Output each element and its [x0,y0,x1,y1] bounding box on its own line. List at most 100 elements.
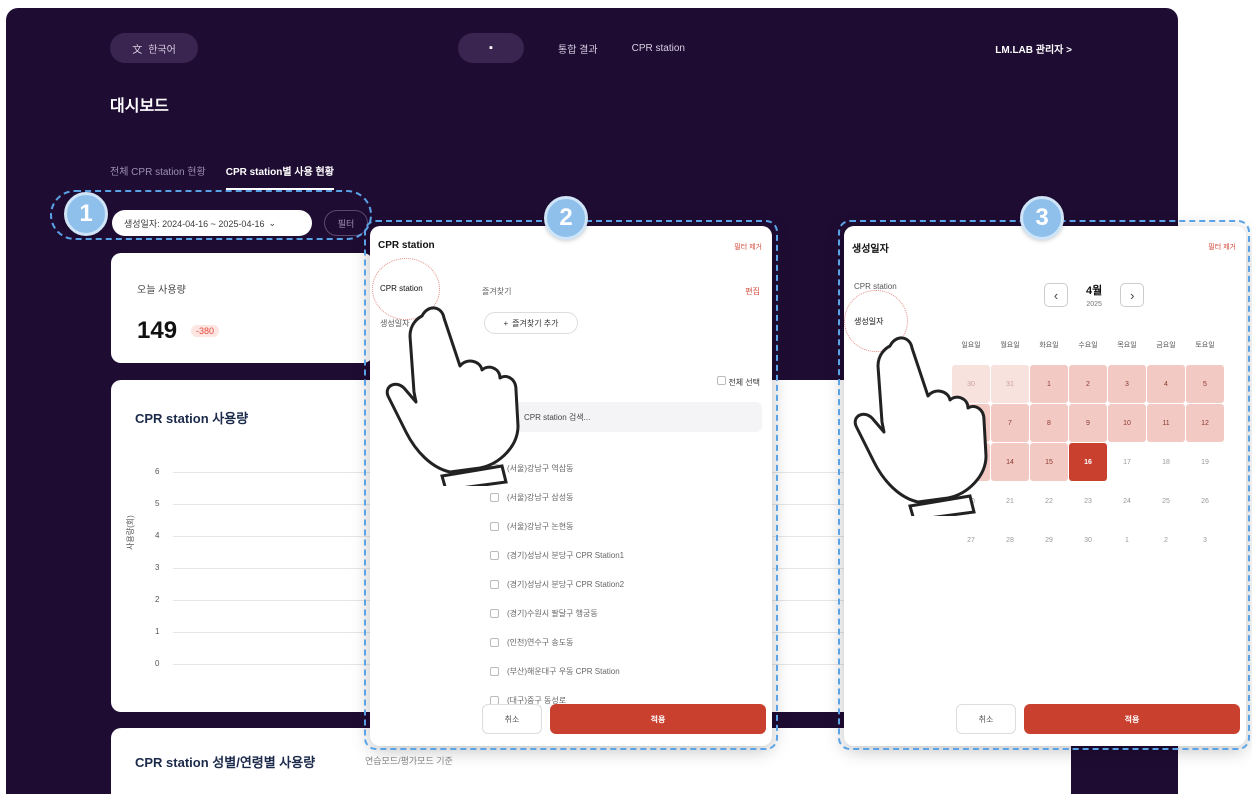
calendar-day[interactable]: 28 [991,521,1029,559]
y-tick-label: 0 [155,659,160,668]
calendar-day[interactable]: 17 [1108,443,1146,481]
pointing-hand-icon [853,336,988,516]
calendar-year-label: 2025 [1086,301,1102,308]
admin-menu[interactable]: LM.LAB 관리자 > [995,41,1072,56]
tab-station-usage[interactable]: CPR station별 사용 현황 [225,163,334,190]
nav-link-results[interactable]: 통합 결과 [558,41,598,56]
calendar-day[interactable]: 3 [1186,521,1224,559]
home-icon: ▪ [489,42,493,54]
station-list-item[interactable]: (경기)성남시 분당구 CPR Station1 [490,541,760,570]
checkbox-icon [490,638,499,647]
station-panel-reset[interactable]: 필터 제거 [734,242,762,252]
screenshot-stage: 文 한국어 ▪ 통합 결과 CPR station LM.LAB 관리자 > 대… [0,0,1252,794]
calendar-day[interactable]: 10 [1108,404,1146,442]
date-filter-label: 생성일자: 2024-04-16 ~ 2025-04-16 [124,218,265,229]
date-cancel-button[interactable]: 취소 [956,704,1016,734]
checkbox-icon [717,376,727,385]
calendar-day[interactable]: 30 [1069,521,1107,559]
calendar-day[interactable]: 23 [1069,482,1107,520]
weekday-header: 목요일 [1117,342,1137,349]
calendar-day[interactable]: 18 [1147,443,1185,481]
station-list-item[interactable]: (인천)연수구 송도동 [490,628,760,657]
station-list-item[interactable]: (경기)성남시 분당구 CPR Station2 [490,570,760,599]
calendar-day[interactable]: 1 [1108,521,1146,559]
calendar-day[interactable]: 26 [1186,482,1224,520]
station-list-item[interactable]: (서울)강남구 삼성동 [490,483,760,512]
select-all-label: 전체 선택 [728,378,760,387]
station-apply-button[interactable]: 적용 [550,704,766,734]
page-title: 대시보드 [110,98,169,115]
calendar-day[interactable]: 19 [1186,443,1224,481]
calendar-day[interactable]: 1 [1030,365,1068,403]
weekday-header: 수요일 [1078,342,1098,349]
favorites-edit-link[interactable]: 편집 [745,286,760,297]
calendar-day[interactable]: 2 [1147,521,1185,559]
tab-all-stations[interactable]: 전체 CPR station 현황 [110,163,206,190]
next-month-button[interactable]: › [1120,283,1145,307]
date-apply-button[interactable]: 적용 [1024,704,1240,734]
calendar-day[interactable]: 5 [1186,365,1224,403]
calendar-day[interactable]: 2 [1069,365,1107,403]
calendar-day-selected[interactable]: 16 [1069,443,1107,481]
calendar-day[interactable]: 4 [1147,365,1185,403]
station-list-item[interactable]: (서울)강남구 논현동 [490,512,760,541]
today-usage-delta: -380 [191,325,220,337]
language-button[interactable]: 文 한국어 [110,33,198,63]
checkbox-icon [490,551,499,560]
station-cancel-button[interactable]: 취소 [482,704,542,734]
filter-chip[interactable]: 필터 [324,210,368,236]
station-name: (경기)수원시 팔달구 행궁동 [507,609,598,618]
station-name: (경기)성남시 분당구 CPR Station1 [507,551,625,560]
station-name: (서울)강남구 논현동 [507,522,574,531]
calendar-day[interactable]: 12 [1186,404,1224,442]
station-name: (경기)성남시 분당구 CPR Station2 [507,580,625,589]
language-label: 한국어 [148,44,176,56]
chevron-left-icon: ‹ [1053,287,1059,303]
chart-title: CPR station 사용량 [135,411,249,426]
nav-link-cpr-station[interactable]: CPR station [632,43,685,54]
calendar-day[interactable]: 11 [1147,404,1185,442]
date-filter-chip[interactable]: 생성일자: 2024-04-16 ~ 2025-04-16 ⌄ [112,210,312,236]
nav-home[interactable]: ▪ [458,33,524,63]
pointing-hand-icon [385,306,520,486]
calendar-day[interactable]: 8 [1030,404,1068,442]
calendar-nav: ‹ 4월 2025 › [1044,282,1145,308]
gender-age-subtitle: 연습모드/평가모드 기준 [365,756,453,766]
calendar-day[interactable]: 27 [952,521,990,559]
weekday-header: 토요일 [1195,342,1215,349]
calendar-day[interactable]: 3 [1108,365,1146,403]
checkbox-icon [490,609,499,618]
calendar-day[interactable]: 25 [1147,482,1185,520]
calendar-day[interactable]: 22 [1030,482,1068,520]
today-usage-label: 오늘 사용량 [137,285,186,296]
station-name: (인천)연수구 송도동 [507,638,574,647]
step-badge-2: 2 [544,196,588,240]
step-badge-3: 3 [1020,196,1064,240]
calendar-month: 4월 2025 [1086,282,1102,308]
weekday-header: 화요일 [1039,342,1059,349]
select-all-checkbox[interactable]: 전체 선택 [717,376,760,388]
station-list-item[interactable]: (서울)강남구 역삼동 [490,454,760,483]
y-tick-label: 3 [155,563,160,572]
checkbox-icon [490,667,499,676]
station-list-item[interactable]: (부산)해운대구 우동 CPR Station [490,657,760,686]
today-usage-value: 149 [137,317,178,344]
calendar-day[interactable]: 24 [1108,482,1146,520]
step-badge-1: 1 [64,192,108,236]
station-panel-title: CPR station [378,240,435,251]
calendar-day[interactable]: 9 [1069,404,1107,442]
chevron-down-icon: ⌄ [268,217,276,228]
chevron-right-icon: › [1130,287,1135,303]
calendar-day[interactable]: 15 [1030,443,1068,481]
prev-month-button[interactable]: ‹ [1044,283,1068,307]
translate-icon: 文 [132,44,143,56]
today-usage-card: 오늘 사용량 149 -380 [111,253,373,363]
y-tick-label: 2 [155,595,160,604]
y-tick-label: 4 [155,531,160,540]
calendar-day[interactable]: 29 [1030,521,1068,559]
date-panel-reset[interactable]: 필터 제거 [1208,242,1236,252]
checkbox-icon [490,580,499,589]
gender-age-title: CPR station 성별/연령별 사용량 [135,755,316,770]
station-list-item[interactable]: (경기)수원시 팔달구 행궁동 [490,599,760,628]
dashboard-tabs: 전체 CPR station 현황 CPR station별 사용 현황 [110,163,334,190]
